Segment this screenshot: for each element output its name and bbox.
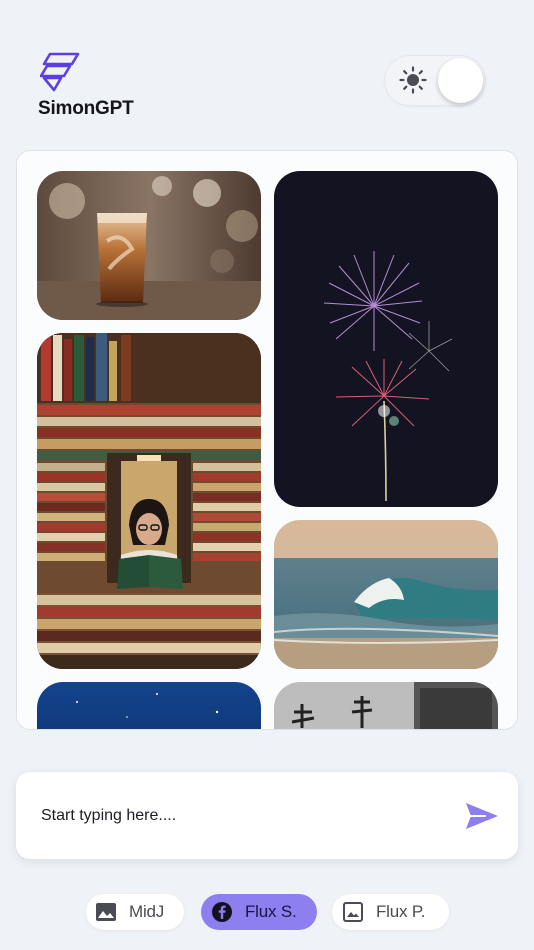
model-chip-flux-p[interactable]: Flux P. [332,894,449,930]
model-chip-midj[interactable]: MidJ [86,894,184,930]
toggle-knob[interactable] [438,58,483,103]
app-logo: SimonGPT [38,52,134,120]
model-selector: MidJ Flux S. Flux P. [0,894,534,932]
theme-toggle[interactable] [384,55,486,106]
gallery-image-fireworks[interactable] [274,171,498,507]
gallery-image-ocean-wave[interactable] [274,520,498,669]
prompt-input[interactable] [41,800,421,832]
model-chip-label: MidJ [129,902,165,921]
prompt-composer [16,772,518,859]
gallery-image-starry-sky[interactable] [37,682,261,729]
model-chip-label: Flux S. [245,902,297,921]
gallery-image-iced-coffee[interactable] [37,171,261,320]
sun-icon [399,66,427,94]
facebook-icon [211,901,233,923]
model-chip-flux-s[interactable]: Flux S. [201,894,317,930]
model-chip-label: Flux P. [376,902,426,921]
send-icon[interactable] [463,800,501,832]
gallery-image-library[interactable] [37,333,261,669]
simongpt-logo-icon [40,52,80,92]
gallery-image-building[interactable] [274,682,498,729]
image-outline-icon [342,901,364,923]
image-icon [95,901,117,923]
image-gallery[interactable] [16,150,518,730]
app-name: SimonGPT [38,98,134,119]
